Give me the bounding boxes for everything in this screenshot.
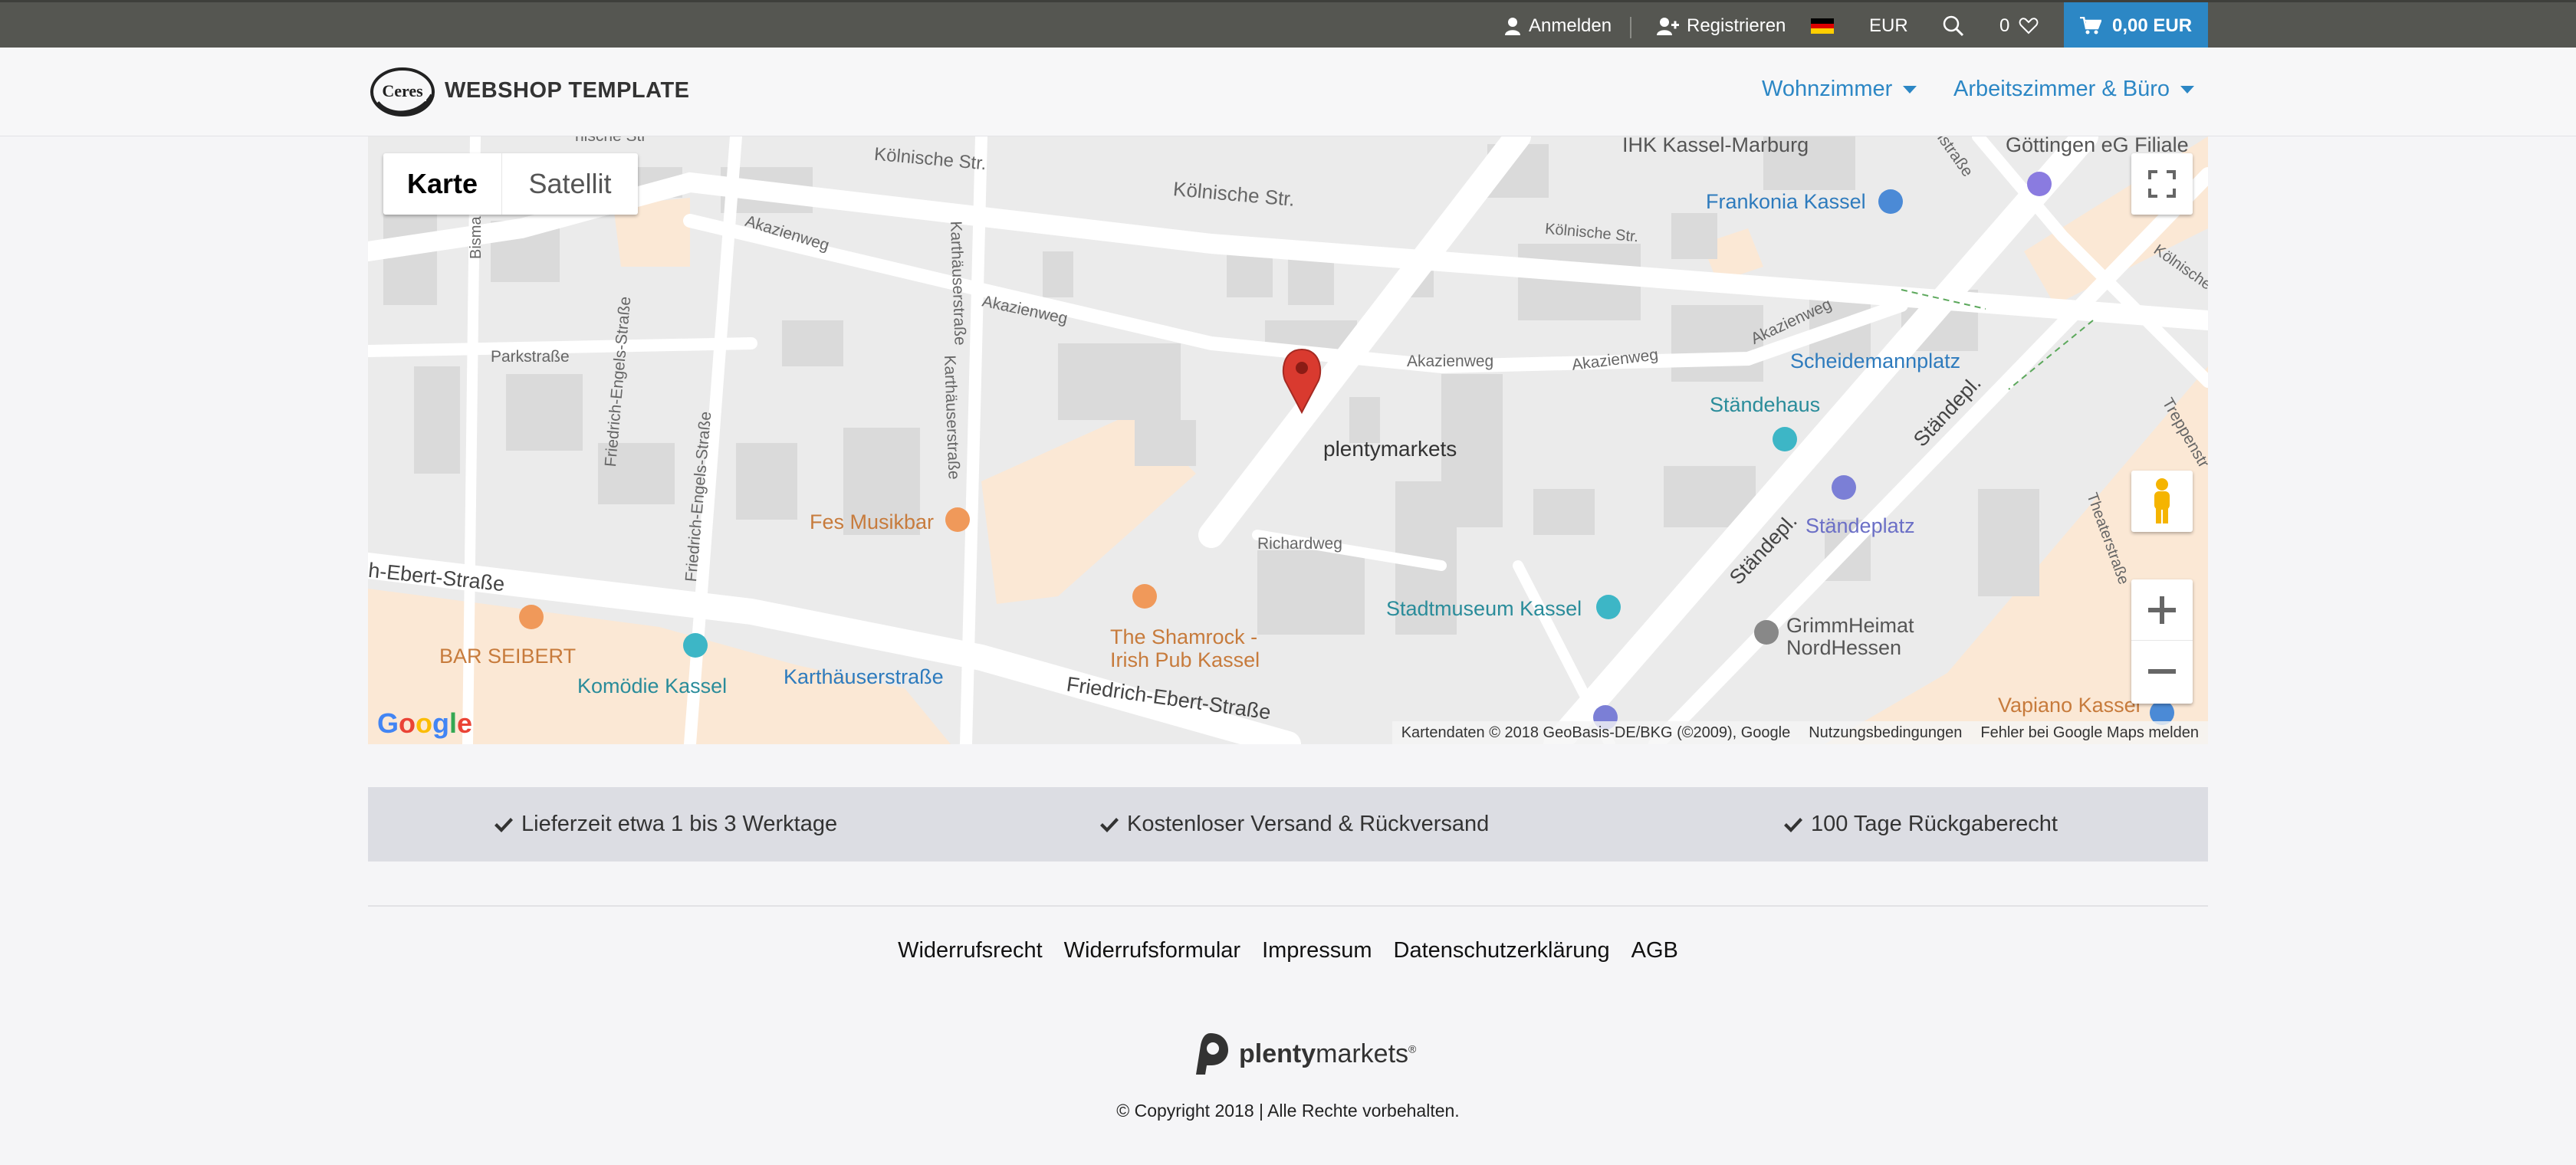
register-link[interactable]: Registrieren — [1656, 2, 1786, 50]
login-label: Anmelden — [1529, 15, 1612, 36]
user-icon — [1505, 18, 1520, 35]
usp-item: Kostenloser Versand & Rückversand — [1099, 787, 1489, 861]
map-data-credit: Kartendaten © 2018 GeoBasis-DE/BKG (©200… — [1401, 724, 1791, 741]
wishlist-count: 0 — [1999, 15, 2010, 36]
currency-label: EUR — [1869, 15, 1908, 36]
brand-name[interactable]: WEBSHOP TEMPLATE — [445, 78, 690, 103]
poi-label[interactable]: IHK Kassel-Marburg — [1622, 136, 1809, 157]
register-label: Registrieren — [1687, 15, 1786, 36]
poi-label[interactable]: GrimmHeimat — [1786, 614, 1914, 638]
marker-label: plentymarkets — [1323, 437, 1457, 461]
plenty-bold: plenty — [1239, 1039, 1316, 1068]
copyright: © Copyright 2018 | Alle Rechte vorbehalt… — [1116, 1101, 1460, 1121]
street-label: Bisma — [468, 216, 485, 259]
poi-label[interactable]: Scheidemannplatz — [1790, 350, 1960, 373]
usp-label: Lieferzeit etwa 1 bis 3 Werktage — [521, 812, 838, 836]
footer-link-agb[interactable]: AGB — [1631, 938, 1678, 963]
german-flag-icon — [1811, 18, 1834, 34]
wishlist-button[interactable]: 0 — [1999, 2, 2046, 50]
nav-item-label: Arbeitszimmer & Büro — [1953, 77, 2170, 101]
caret-down-icon — [2180, 85, 2195, 94]
usp-label: 100 Tage Rückgaberecht — [1811, 812, 2058, 836]
poi-label[interactable]: Karthäuserstraße — [784, 665, 944, 689]
heart-icon — [2019, 18, 2039, 34]
street-view-pegman-button[interactable] — [2131, 471, 2193, 532]
language-flag-button[interactable] — [1811, 2, 1834, 50]
footer-link-widerrufsformular[interactable]: Widerrufsformular — [1064, 938, 1240, 963]
zoom-out-button[interactable] — [2131, 641, 2193, 702]
minus-icon — [2148, 669, 2176, 674]
site-header: Ceres WEBSHOP TEMPLATE Wohnzimmer Arbeit… — [0, 48, 2576, 136]
plus-icon — [2148, 596, 2176, 624]
pegman-icon — [2154, 478, 2170, 523]
usp-label: Kostenloser Versand & Rückversand — [1127, 812, 1490, 836]
street-label: Richardweg — [1257, 535, 1342, 553]
report-error-link[interactable]: Fehler bei Google Maps melden — [1980, 724, 2199, 742]
google-map[interactable]: Kölnische Str. Kölnische Str. Kölnische … — [368, 136, 2208, 744]
footer-link-impressum[interactable]: Impressum — [1262, 938, 1372, 963]
poi-label[interactable]: BAR SEIBERT — [439, 645, 576, 668]
ceres-logo[interactable]: Ceres — [368, 64, 437, 120]
poi-label[interactable]: Ständeplatz — [1806, 514, 1915, 538]
logo-text: Ceres — [382, 81, 423, 100]
poi-label[interactable]: The Shamrock - — [1110, 625, 1257, 649]
plenty-rest: markets — [1316, 1039, 1409, 1068]
poi-label[interactable]: Komödie Kassel — [577, 674, 727, 698]
check-icon — [1784, 817, 1802, 832]
map-attribution: Kartendaten © 2018 GeoBasis-DE/BKG (©200… — [1392, 721, 2208, 744]
search-button[interactable] — [1943, 2, 1972, 50]
poi-label[interactable]: Irish Pub Kassel — [1110, 648, 1260, 672]
cart-total: 0,00 EUR — [2111, 15, 2193, 36]
zoom-control — [2131, 579, 2193, 704]
usp-item: Lieferzeit etwa 1 bis 3 Werktage — [494, 787, 837, 861]
nav-item-arbeitszimmer[interactable]: Arbeitszimmer & Büro — [1953, 77, 2195, 102]
footer-link-widerrufsrecht[interactable]: Widerrufsrecht — [898, 938, 1043, 963]
fullscreen-icon — [2148, 170, 2176, 198]
caret-down-icon — [1903, 85, 1917, 94]
poi-label[interactable]: Ständehaus — [1710, 393, 1820, 417]
map-type-satellit-button[interactable]: Satellit — [501, 153, 638, 215]
street-label: Parkstraße — [491, 348, 570, 366]
check-icon — [495, 817, 513, 832]
topbar-divider — [1630, 17, 1631, 38]
login-link[interactable]: Anmelden — [1504, 2, 1612, 50]
plentymarkets-wordmark: plentymarkets® — [1239, 1039, 1417, 1068]
poi-label[interactable]: Fes Musikbar — [810, 510, 934, 534]
map-type-control: Karte Satellit — [383, 153, 638, 215]
poi-label[interactable]: Vapiano Kassel — [1998, 694, 2141, 717]
search-icon — [1943, 15, 1964, 37]
usp-bar: Lieferzeit etwa 1 bis 3 Werktage Kostenl… — [368, 787, 2208, 861]
nav-item-wohnzimmer[interactable]: Wohnzimmer — [1762, 77, 1917, 102]
poi-label[interactable]: Frankonia Kassel — [1706, 190, 1866, 214]
usp-item: 100 Tage Rückgaberecht — [1783, 787, 2058, 861]
cart-button[interactable]: 0,00 EUR — [2064, 2, 2208, 50]
street-label: nische Str — [575, 136, 646, 146]
footer-link-datenschutz[interactable]: Datenschutzerklärung — [1394, 938, 1610, 963]
user-plus-icon — [1657, 18, 1679, 35]
poi-label[interactable]: Stadtmuseum Kassel — [1386, 597, 1582, 621]
poi-label[interactable]: NordHessen — [1786, 636, 1901, 660]
nav-item-label: Wohnzimmer — [1762, 77, 1893, 101]
plentymarkets-logo[interactable]: plentymarkets® — [1188, 1032, 1416, 1076]
check-icon — [1100, 817, 1119, 832]
plentymarkets-p-icon — [1196, 1033, 1228, 1075]
street-label: Akazienweg — [1407, 353, 1494, 370]
fullscreen-button[interactable] — [2131, 153, 2193, 215]
cart-icon — [2079, 17, 2101, 34]
footer-divider — [368, 905, 2208, 907]
map-type-karte-button[interactable]: Karte — [383, 153, 501, 215]
zoom-in-button[interactable] — [2131, 579, 2193, 641]
terms-link[interactable]: Nutzungsbedingungen — [1809, 724, 1962, 742]
google-logo: Google — [377, 707, 473, 739]
top-bar: Anmelden Registrieren EUR 0 0,00 EUR — [0, 0, 2576, 50]
currency-selector[interactable]: EUR — [1869, 2, 1908, 50]
footer-links: Widerrufsrecht Widerrufsformular Impress… — [0, 938, 2576, 963]
